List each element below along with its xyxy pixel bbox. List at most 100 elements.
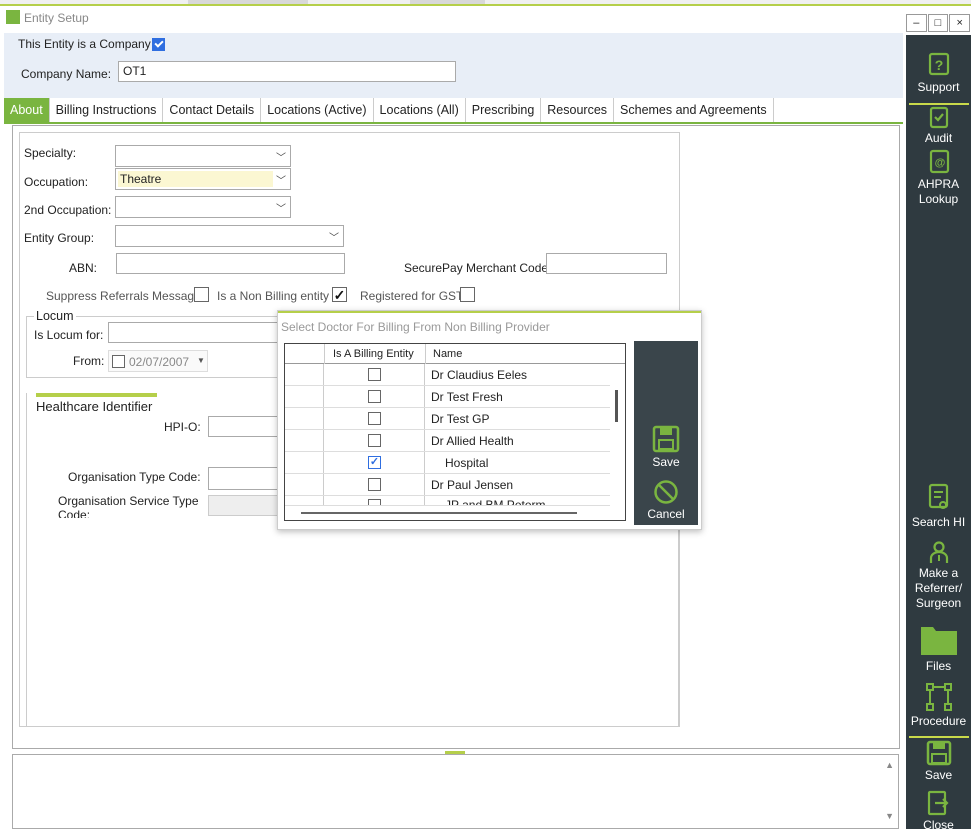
billing-entity-checkbox[interactable] bbox=[368, 434, 381, 447]
org-type-input[interactable] bbox=[208, 467, 288, 490]
securepay-input[interactable] bbox=[546, 253, 667, 274]
org-service-label-box: Organisation Service Type Code: bbox=[58, 494, 208, 518]
svg-text:@: @ bbox=[934, 157, 945, 169]
locum-group-label: Locum bbox=[34, 309, 76, 323]
is-company-checkbox[interactable] bbox=[152, 38, 165, 51]
hpio-label: HPI-O: bbox=[164, 420, 201, 434]
files-button[interactable]: Files bbox=[906, 621, 971, 674]
gst-checkbox[interactable] bbox=[460, 287, 475, 302]
dialog-save-button[interactable]: Save bbox=[634, 425, 698, 469]
tab-locations-active[interactable]: Locations (Active) bbox=[261, 98, 374, 122]
occupation2-select[interactable]: ﹀ bbox=[115, 196, 291, 218]
tab-prescribing[interactable]: Prescribing bbox=[465, 98, 542, 122]
notes-panel[interactable]: ▲ ▼ bbox=[12, 754, 899, 829]
billing-entity-checkbox[interactable] bbox=[368, 390, 381, 403]
doctor-name: JP and BM Peterm Partnership bbox=[445, 498, 546, 506]
entity-group-value bbox=[118, 228, 122, 244]
is-company-label: This Entity is a Company bbox=[18, 37, 151, 51]
locum-for-input[interactable] bbox=[108, 322, 288, 343]
save-button[interactable]: Save bbox=[906, 740, 971, 783]
chevron-down-icon: ﹀ bbox=[276, 153, 286, 164]
doctor-name: Dr Claudius Eeles bbox=[431, 368, 528, 382]
table-row[interactable]: Dr Test GP bbox=[285, 408, 610, 430]
locum-from-label: From: bbox=[73, 354, 105, 368]
window-title: Entity Setup bbox=[24, 11, 89, 25]
non-billing-checkbox[interactable] bbox=[332, 287, 347, 302]
procedure-icon bbox=[925, 683, 952, 711]
svg-text:?: ? bbox=[934, 57, 943, 73]
tab-locations-all[interactable]: Locations (All) bbox=[373, 98, 466, 122]
occupation-select[interactable]: Theatre ﹀ bbox=[115, 168, 291, 190]
company-name-input[interactable]: OT1 bbox=[118, 61, 456, 82]
chevron-down-icon: ﹀ bbox=[276, 204, 286, 215]
minimize-button[interactable]: – bbox=[906, 14, 927, 32]
org-service-input[interactable] bbox=[208, 495, 288, 516]
top-strip bbox=[0, 0, 971, 6]
locum-from-checkbox[interactable] bbox=[112, 355, 125, 368]
tab-about[interactable]: About bbox=[4, 98, 50, 122]
suppress-referrals-checkbox[interactable] bbox=[194, 287, 209, 302]
grid-horizontal-scrollbar[interactable] bbox=[301, 512, 577, 514]
make-referrer-button[interactable]: Make a Referrer/ Surgeon bbox=[906, 540, 971, 611]
close-button[interactable]: Close bbox=[906, 790, 971, 833]
company-name-label: Company Name: bbox=[21, 67, 112, 81]
billing-entity-checkbox[interactable] bbox=[368, 478, 381, 491]
save-label: Save bbox=[924, 768, 953, 782]
tab-billing-instructions[interactable]: Billing Instructions bbox=[49, 98, 164, 122]
col-name-header[interactable]: Name bbox=[433, 348, 462, 360]
healthcare-group-label: Healthcare Identifier bbox=[36, 399, 153, 414]
dialog-cancel-button[interactable]: Cancel bbox=[634, 479, 698, 521]
audit-button[interactable]: Audit bbox=[906, 105, 971, 146]
org-type-label: Organisation Type Code: bbox=[68, 470, 201, 484]
hpio-input[interactable] bbox=[208, 416, 288, 437]
doctor-name: Dr Allied Health bbox=[431, 434, 514, 448]
billing-entity-checkbox[interactable] bbox=[368, 368, 381, 381]
search-hi-button[interactable]: Search HI bbox=[906, 483, 971, 530]
tab-contact-details[interactable]: Contact Details bbox=[163, 98, 262, 122]
support-label: Support bbox=[917, 80, 960, 94]
table-row[interactable]: Dr Paul Jensen bbox=[285, 474, 610, 496]
search-document-icon bbox=[928, 483, 948, 509]
grid-vertical-scrollbar[interactable] bbox=[615, 390, 618, 422]
procedure-button[interactable]: Procedure bbox=[906, 682, 971, 729]
exit-icon bbox=[927, 790, 949, 816]
table-row[interactable]: Dr Test Fresh bbox=[285, 386, 610, 408]
billing-entity-checkbox[interactable] bbox=[368, 456, 381, 469]
table-row[interactable]: JP and BM Peterm Partnership bbox=[285, 496, 610, 506]
table-row[interactable]: Hospital bbox=[285, 452, 610, 474]
right-sidebar: ? Support Audit @ AHPRA Lookup Search HI bbox=[906, 35, 971, 832]
ahpra-label: AHPRA Lookup bbox=[917, 177, 960, 206]
table-row[interactable]: Dr Allied Health bbox=[285, 430, 610, 452]
window-controls: – □ × bbox=[906, 14, 971, 32]
doctor-name: Dr Paul Jensen bbox=[431, 478, 514, 492]
files-label: Files bbox=[925, 659, 952, 673]
healthcare-group-accent bbox=[36, 393, 157, 397]
abn-input[interactable] bbox=[116, 253, 345, 274]
support-button[interactable]: ? Support bbox=[906, 50, 971, 95]
tab-resources[interactable]: Resources bbox=[541, 98, 615, 122]
locum-from-datepicker[interactable]: 02/07/2007 ▼ bbox=[108, 350, 208, 372]
dialog-button-panel: Save Cancel bbox=[634, 341, 698, 525]
ahpra-lookup-button[interactable]: @ AHPRA Lookup bbox=[906, 149, 971, 207]
table-row[interactable]: Dr Claudius Eeles bbox=[285, 364, 610, 386]
doctor-name: Dr Test Fresh bbox=[431, 390, 503, 404]
close-window-button[interactable]: × bbox=[949, 14, 971, 32]
scroll-down-icon[interactable]: ▼ bbox=[885, 811, 894, 821]
billing-entity-checkbox[interactable] bbox=[368, 499, 381, 505]
specialty-select[interactable]: ﹀ bbox=[115, 145, 291, 167]
gst-label: Registered for GST bbox=[360, 289, 464, 303]
scroll-up-icon[interactable]: ▲ bbox=[885, 760, 894, 770]
procedure-label: Procedure bbox=[910, 714, 967, 728]
top-strip-segment bbox=[410, 0, 485, 4]
doctor-grid: Is A Billing Entity Name Dr Claudius Eel… bbox=[284, 343, 626, 521]
doctor-name: Dr Test GP bbox=[431, 412, 490, 426]
make-referrer-label: Make a Referrer/ Surgeon bbox=[914, 566, 963, 610]
app-icon bbox=[6, 10, 20, 24]
tab-schemes-agreements[interactable]: Schemes and Agreements bbox=[614, 98, 774, 122]
entity-group-select[interactable]: ﹀ bbox=[115, 225, 344, 247]
billing-entity-checkbox[interactable] bbox=[368, 412, 381, 425]
occupation2-value bbox=[118, 199, 122, 215]
maximize-button[interactable]: □ bbox=[927, 14, 949, 32]
audit-label: Audit bbox=[924, 131, 953, 145]
col-billing-header[interactable]: Is A Billing Entity bbox=[333, 348, 414, 360]
